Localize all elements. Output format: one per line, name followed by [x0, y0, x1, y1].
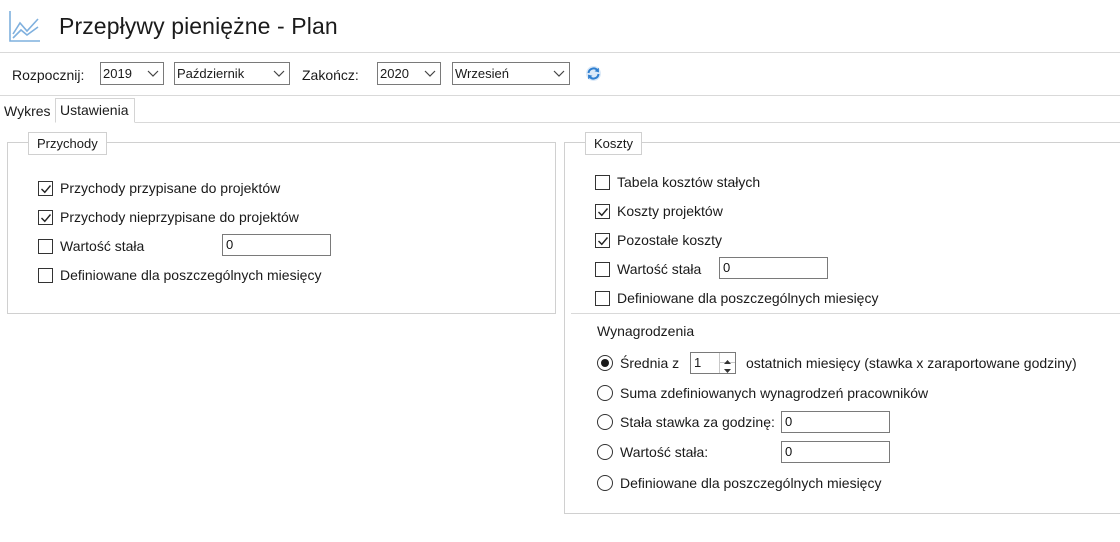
salary-sum-radio[interactable]: Suma zdefiniowanych wynagrodzeń pracowni…	[597, 385, 928, 401]
chevron-down-icon	[273, 70, 285, 77]
salary-fixed-radio[interactable]: Wartość stała:	[597, 444, 708, 460]
costs-fixed-value-input[interactable]: 0	[719, 257, 828, 279]
chevron-down-icon	[553, 70, 565, 77]
average-months-value: 1	[694, 355, 702, 370]
average-suffix: ostatnich miesięcy (stawka x zaraportowa…	[746, 355, 1077, 371]
tab-wykres[interactable]: Wykres	[0, 101, 54, 122]
costs-projects-checkbox[interactable]: Koszty projektów	[595, 203, 723, 219]
toolbar-separator	[0, 95, 1120, 96]
checkbox-box	[595, 261, 610, 277]
salary-monthly-radio[interactable]: Definiowane dla poszczególnych miesięcy	[597, 475, 881, 491]
start-year-value: 2019	[103, 66, 132, 81]
checkbox-box	[595, 232, 610, 248]
income-unassigned-checkbox[interactable]: Przychody nieprzypisane do projektów	[38, 209, 299, 225]
income-monthly-checkbox[interactable]: Definiowane dla poszczególnych miesięcy	[38, 267, 321, 283]
tab-ustawienia[interactable]: Ustawienia	[55, 98, 135, 123]
costs-monthly-checkbox[interactable]: Definiowane dla poszczególnych miesięcy	[595, 290, 878, 306]
checkbox-box	[595, 203, 610, 219]
start-month-select[interactable]: Październik	[174, 62, 290, 85]
costs-fixed-table-checkbox[interactable]: Tabela kosztów stałych	[595, 174, 760, 190]
income-fixed-value-input[interactable]: 0	[222, 234, 331, 256]
checkbox-label: Tabela kosztów stałych	[617, 174, 761, 190]
end-year-select[interactable]: 2020	[377, 62, 441, 85]
radio-circle	[597, 355, 613, 371]
end-month-value: Wrzesień	[455, 66, 509, 81]
title-bar: Przepływy pieniężne - Plan	[0, 0, 1120, 52]
refresh-icon[interactable]	[585, 65, 602, 82]
radio-circle	[597, 385, 613, 401]
checkbox-box	[38, 238, 53, 254]
income-fixed-checkbox[interactable]: Wartość stała	[38, 238, 144, 254]
income-assigned-checkbox[interactable]: Przychody przypisane do projektów	[38, 180, 280, 196]
tab-baseline	[135, 122, 1120, 123]
line-chart-icon	[9, 11, 40, 42]
average-months-spinner[interactable]: 1	[690, 352, 736, 374]
radio-circle	[597, 444, 613, 460]
radio-label: Stała stawka za godzinę:	[620, 414, 775, 430]
chevron-down-icon	[147, 70, 159, 77]
costs-legend: Koszty	[585, 132, 643, 155]
income-group	[7, 142, 556, 314]
end-label: Zakończ:	[302, 67, 359, 83]
radio-label: Wartość stała:	[620, 444, 709, 460]
start-year-select[interactable]: 2019	[100, 62, 164, 85]
radio-label: Definiowane dla poszczególnych miesięcy	[620, 475, 882, 491]
checkbox-label: Wartość stała	[60, 238, 145, 254]
page-title: Przepływy pieniężne - Plan	[59, 13, 338, 39]
end-month-select[interactable]: Wrzesień	[452, 62, 570, 85]
radio-dot	[601, 359, 609, 367]
checkbox-label: Wartość stała	[617, 261, 702, 277]
salary-fixed-input[interactable]: 0	[781, 441, 890, 463]
checkbox-box	[595, 174, 610, 190]
title-separator	[0, 52, 1120, 53]
costs-other-checkbox[interactable]: Pozostałe koszty	[595, 232, 722, 248]
costs-fixed-checkbox[interactable]: Wartość stała	[595, 261, 701, 277]
radio-label: Suma zdefiniowanych wynagrodzeń pracowni…	[620, 385, 929, 401]
checkbox-label: Definiowane dla poszczególnych miesięcy	[60, 267, 322, 283]
checkbox-box	[38, 180, 53, 196]
checkbox-box	[38, 267, 53, 283]
checkbox-label: Przychody nieprzypisane do projektów	[60, 209, 299, 225]
salaries-heading: Wynagrodzenia	[597, 323, 695, 339]
hourly-rate-input[interactable]: 0	[781, 411, 890, 433]
spinner-down-button[interactable]	[720, 363, 735, 373]
start-month-value: Październik	[177, 66, 245, 81]
radio-circle	[597, 475, 613, 491]
checkbox-label: Koszty projektów	[617, 203, 723, 219]
salaries-separator	[571, 313, 1120, 314]
radio-label: Średnia z	[620, 355, 680, 371]
chevron-down-icon	[424, 70, 436, 77]
income-legend: Przychody	[28, 132, 107, 155]
checkbox-box	[38, 209, 53, 225]
checkbox-label: Definiowane dla poszczególnych miesięcy	[617, 290, 879, 306]
checkbox-box	[595, 290, 610, 306]
checkbox-label: Pozostałe koszty	[617, 232, 723, 248]
radio-circle	[597, 414, 613, 430]
salary-hourly-radio[interactable]: Stała stawka za godzinę:	[597, 414, 775, 430]
spinner-buttons	[719, 353, 735, 373]
checkbox-label: Przychody przypisane do projektów	[60, 180, 281, 196]
salary-average-radio[interactable]: Średnia z	[597, 355, 679, 371]
spinner-up-button[interactable]	[720, 353, 735, 364]
start-label: Rozpocznij:	[12, 67, 85, 83]
end-year-value: 2020	[380, 66, 409, 81]
